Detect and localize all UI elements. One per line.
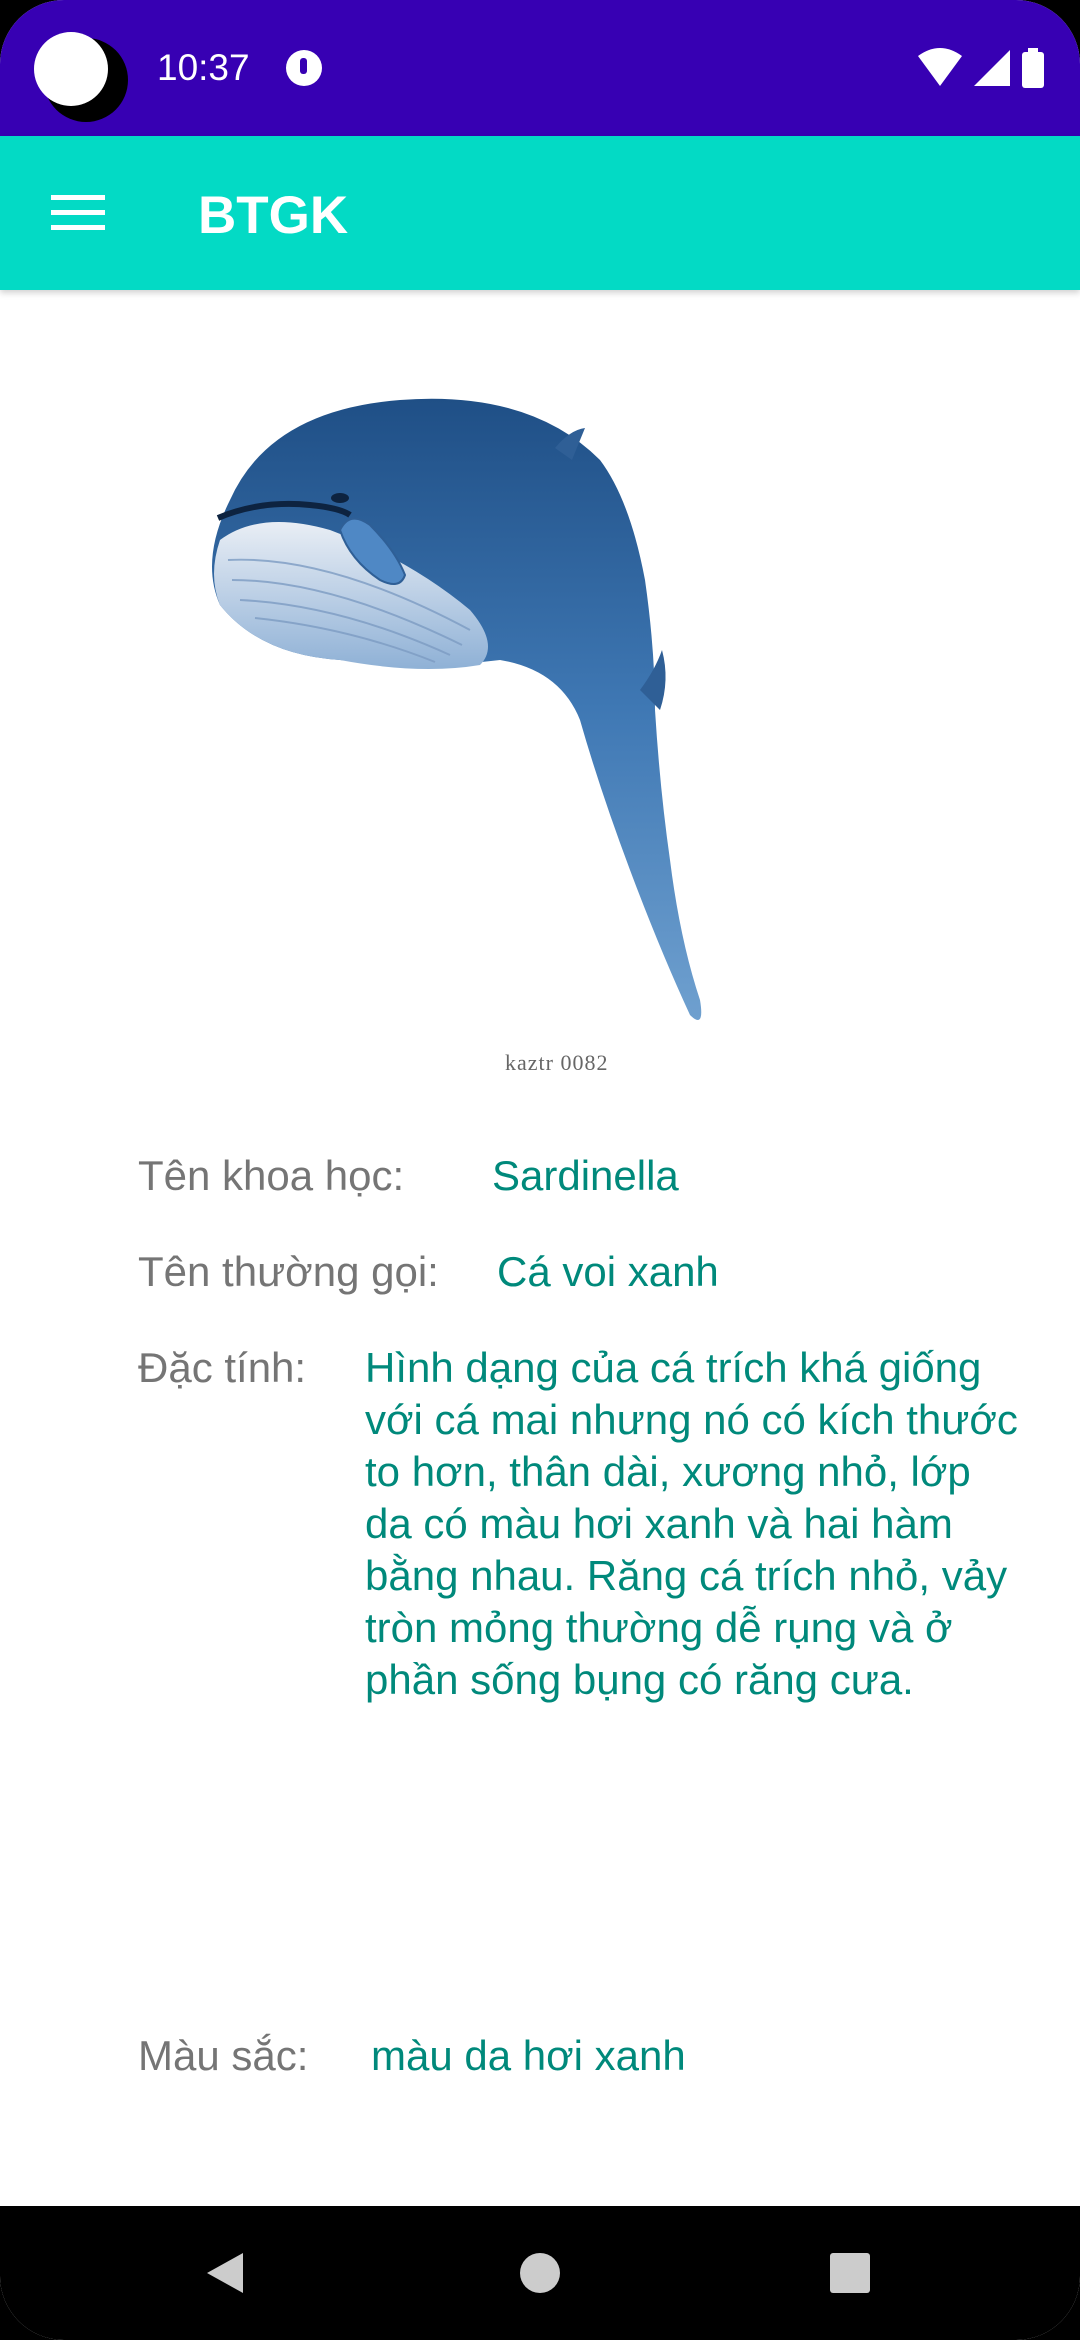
status-bar: 10:37 (0, 0, 1080, 136)
back-icon[interactable] (180, 2228, 270, 2318)
hamburger-menu-icon[interactable] (28, 174, 128, 252)
app-bar: BTGK (0, 136, 1080, 290)
common-name-value: Cá voi xanh (497, 1248, 719, 1295)
status-icons (918, 48, 1044, 88)
app-title: BTGK (198, 186, 349, 245)
notification-icon (286, 50, 322, 86)
common-name-label: Tên thường gọi: (138, 1248, 439, 1295)
characteristics-value: Hình dạng của cá trích khá giống với cá … (365, 1344, 1018, 1703)
scientific-name-value: Sardinella (492, 1152, 679, 1199)
color-label: Màu sắc: (138, 2032, 309, 2079)
home-icon[interactable] (495, 2228, 585, 2318)
status-time: 10:37 (157, 47, 250, 88)
screen: 10:37 BTGK kaztr 0082 Tên khoa học: Sard… (0, 0, 1080, 2340)
scientific-name-label: Tên khoa học: (138, 1152, 405, 1199)
cell-signal-icon (974, 50, 1010, 86)
navigation-bar (0, 2206, 1080, 2340)
image-caption: kaztr 0082 (505, 1050, 609, 1075)
whale-image (212, 398, 702, 1020)
characteristics-label: Đặc tính: (138, 1344, 307, 1391)
color-value: màu da hơi xanh (371, 2032, 686, 2079)
wifi-icon (918, 48, 962, 86)
battery-icon (1022, 48, 1044, 88)
camera-cutout (34, 32, 108, 106)
recents-icon[interactable] (805, 2228, 895, 2318)
